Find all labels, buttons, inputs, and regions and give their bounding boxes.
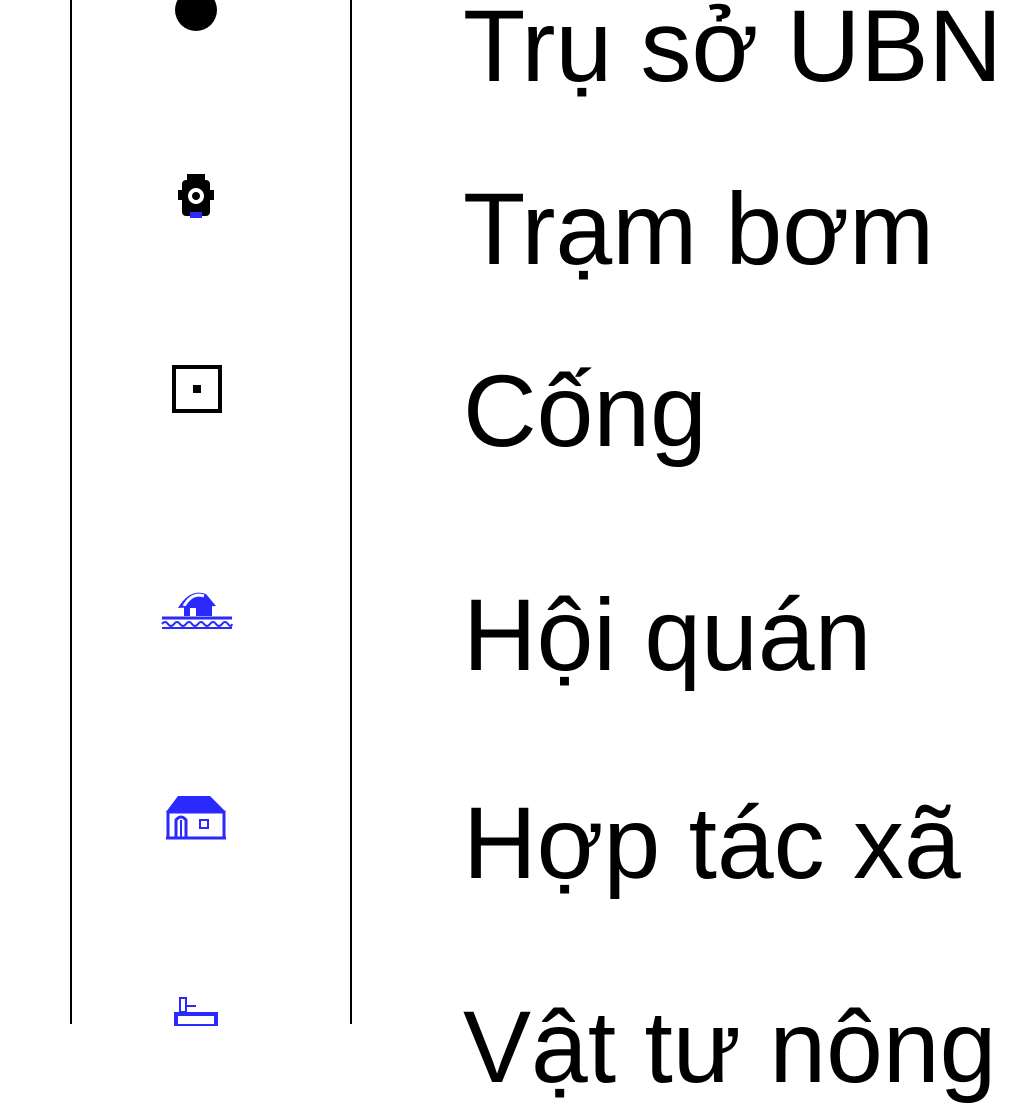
pump-station-icon [178, 174, 214, 218]
legend-label: Hội quán [463, 578, 872, 692]
legend-label: Vật tư nông [463, 990, 997, 1104]
legend-row: Hợp tác xã [0, 700, 1024, 900]
symbol-legend-table: Trụ sở UBN Trạm bơm Cống Hội quán Hợp tá… [0, 0, 1024, 1098]
legend-label: Hợp tác xã [463, 786, 961, 900]
legend-label: Cống [463, 354, 707, 468]
culvert-icon [172, 365, 222, 413]
legend-row: Vật tư nông [0, 900, 1024, 1100]
legend-row: Trụ sở UBN [0, 0, 1024, 100]
legend-row: Hội quán [0, 500, 1024, 700]
legend-label: Trụ sở UBN [463, 0, 1003, 103]
cooperative-house-icon [166, 796, 226, 840]
dot-icon [175, 0, 217, 31]
legend-label: Trạm bơm [463, 172, 935, 286]
meeting-hall-icon [161, 592, 233, 629]
agricultural-supplies-icon [174, 997, 218, 1026]
legend-row: Cống [0, 300, 1024, 500]
legend-row: Trạm bơm [0, 100, 1024, 300]
